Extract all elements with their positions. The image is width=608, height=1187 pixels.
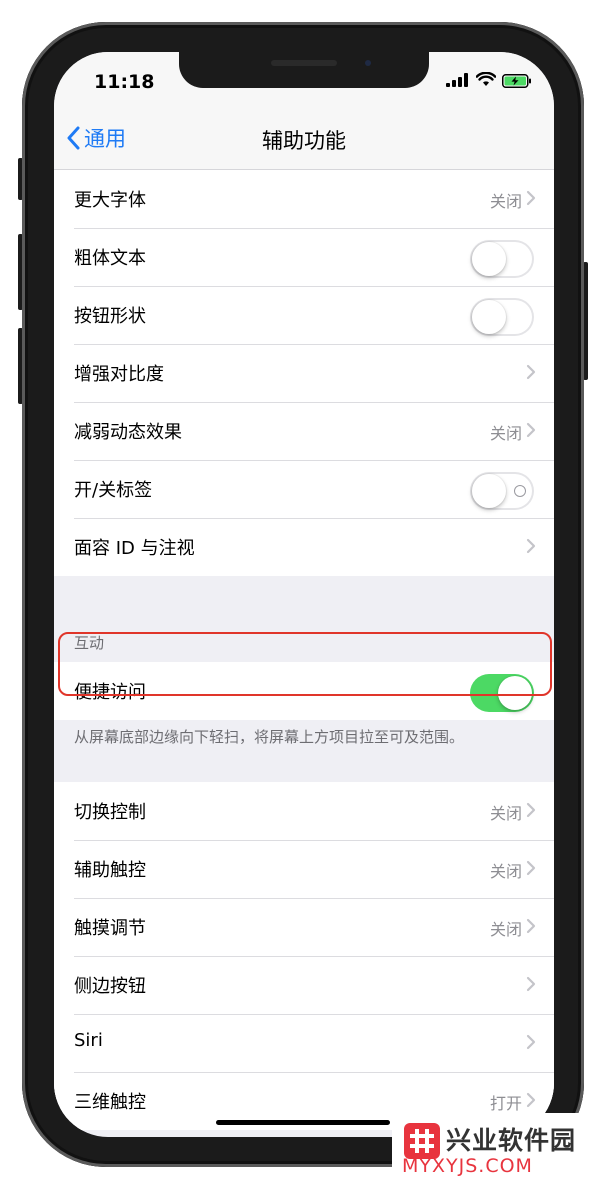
site-watermark: 兴业软件园 MYXYJS.COM <box>392 1113 608 1187</box>
display-settings-group: 更大字体 关闭 粗体文本 按钮形状 增强对比度 减弱动态效果 关闭 开/关标签 … <box>54 170 554 576</box>
row-assistive-touch[interactable]: 辅助触控 关闭 <box>54 840 554 898</box>
row-label: 增强对比度 <box>74 364 164 385</box>
display-notch <box>179 52 429 88</box>
on-off-labels-toggle[interactable] <box>470 472 534 510</box>
chevron-right-icon <box>526 860 536 876</box>
row-face-id-attention[interactable]: 面容 ID 与注视 <box>54 518 554 576</box>
battery-charging-icon <box>502 74 531 88</box>
row-switch-control[interactable]: 切换控制 关闭 <box>54 782 554 840</box>
chevron-right-icon <box>526 1034 536 1050</box>
row-value: 关闭 <box>489 862 522 881</box>
row-side-button[interactable]: 侧边按钮 <box>54 956 554 1014</box>
page-title: 辅助功能 <box>262 129 346 153</box>
row-value: 打开 <box>489 1094 522 1113</box>
section-header-interaction: 互动 <box>54 624 554 662</box>
row-value: 关闭 <box>489 804 522 823</box>
row-siri[interactable]: Siri <box>54 1014 554 1072</box>
phone-screen: 11:18 通用 辅助功能 更大字体 关闭 粗体文本 按钮形状 增强对比度 减弱… <box>54 52 554 1137</box>
row-value: 关闭 <box>489 424 522 443</box>
row-value: 关闭 <box>489 920 522 939</box>
row-label: 粗体文本 <box>74 248 146 269</box>
toggle-knob <box>498 676 532 710</box>
row-value: 关闭 <box>489 192 522 211</box>
row-reachability: 便捷访问 <box>54 662 554 720</box>
section-footer-note: 从屏幕底部边缘向下轻扫，将屏幕上方项目拉至可及范围。 <box>54 720 554 782</box>
chevron-right-icon <box>526 918 536 934</box>
toggle-knob <box>472 242 506 276</box>
toggle-knob <box>472 474 506 508</box>
chevron-right-icon <box>526 422 536 438</box>
reachability-description: 从屏幕底部边缘向下轻扫，将屏幕上方项目拉至可及范围。 <box>74 728 465 746</box>
reachability-toggle[interactable] <box>470 674 534 712</box>
section-header-label: 互动 <box>74 634 105 652</box>
row-label: 三维触控 <box>74 1092 146 1113</box>
off-indicator-icon <box>514 485 526 497</box>
interaction-group: 便捷访问 <box>54 662 554 720</box>
row-larger-text[interactable]: 更大字体 关闭 <box>54 170 554 228</box>
button-shapes-toggle[interactable] <box>470 298 534 336</box>
watermark-url: MYXYJS.COM <box>402 1155 533 1177</box>
bold-text-toggle[interactable] <box>470 240 534 278</box>
row-on-off-labels: 开/关标签 <box>54 460 554 518</box>
chevron-right-icon <box>526 976 536 992</box>
hash-logo-icon <box>404 1123 440 1159</box>
row-increase-contrast[interactable]: 增强对比度 <box>54 344 554 402</box>
navigation-bar: 通用 辅助功能 <box>54 102 554 170</box>
row-label: 侧边按钮 <box>74 976 146 997</box>
physical-motor-group: 切换控制 关闭 辅助触控 关闭 触摸调节 关闭 侧边按钮 Siri 三维触控 打… <box>54 782 554 1130</box>
row-reduce-motion[interactable]: 减弱动态效果 关闭 <box>54 402 554 460</box>
row-label: 更大字体 <box>74 190 146 211</box>
chevron-right-icon <box>526 190 536 206</box>
row-label: 面容 ID 与注视 <box>74 538 195 559</box>
chevron-right-icon <box>526 1092 536 1108</box>
watermark-name: 兴业软件园 <box>446 1126 577 1155</box>
earpiece-speaker <box>271 60 337 66</box>
chevron-right-icon <box>526 364 536 380</box>
row-label: 便捷访问 <box>74 682 146 703</box>
section-gap <box>54 576 554 624</box>
row-bold-text: 粗体文本 <box>54 228 554 286</box>
toggle-knob <box>472 300 506 334</box>
settings-list: 更大字体 关闭 粗体文本 按钮形状 增强对比度 减弱动态效果 关闭 开/关标签 … <box>54 170 554 1130</box>
wifi-icon <box>476 72 496 86</box>
status-time: 11:18 <box>94 71 155 93</box>
front-camera <box>365 60 371 66</box>
row-label: 开/关标签 <box>74 480 153 501</box>
row-label: 按钮形状 <box>74 306 146 327</box>
chevron-right-icon <box>526 802 536 818</box>
home-indicator[interactable] <box>216 1120 390 1125</box>
row-label: 辅助触控 <box>74 860 146 881</box>
cellular-signal-icon <box>446 73 468 87</box>
row-label: Siri <box>74 1030 103 1051</box>
row-label: 减弱动态效果 <box>74 422 182 443</box>
row-label: 触摸调节 <box>74 918 146 939</box>
row-touch-accommodations[interactable]: 触摸调节 关闭 <box>54 898 554 956</box>
chevron-right-icon <box>526 538 536 554</box>
row-button-shapes: 按钮形状 <box>54 286 554 344</box>
app-stage: 11:18 通用 辅助功能 更大字体 关闭 粗体文本 按钮形状 增强对比度 减弱… <box>0 0 608 1187</box>
row-label: 切换控制 <box>74 802 146 823</box>
